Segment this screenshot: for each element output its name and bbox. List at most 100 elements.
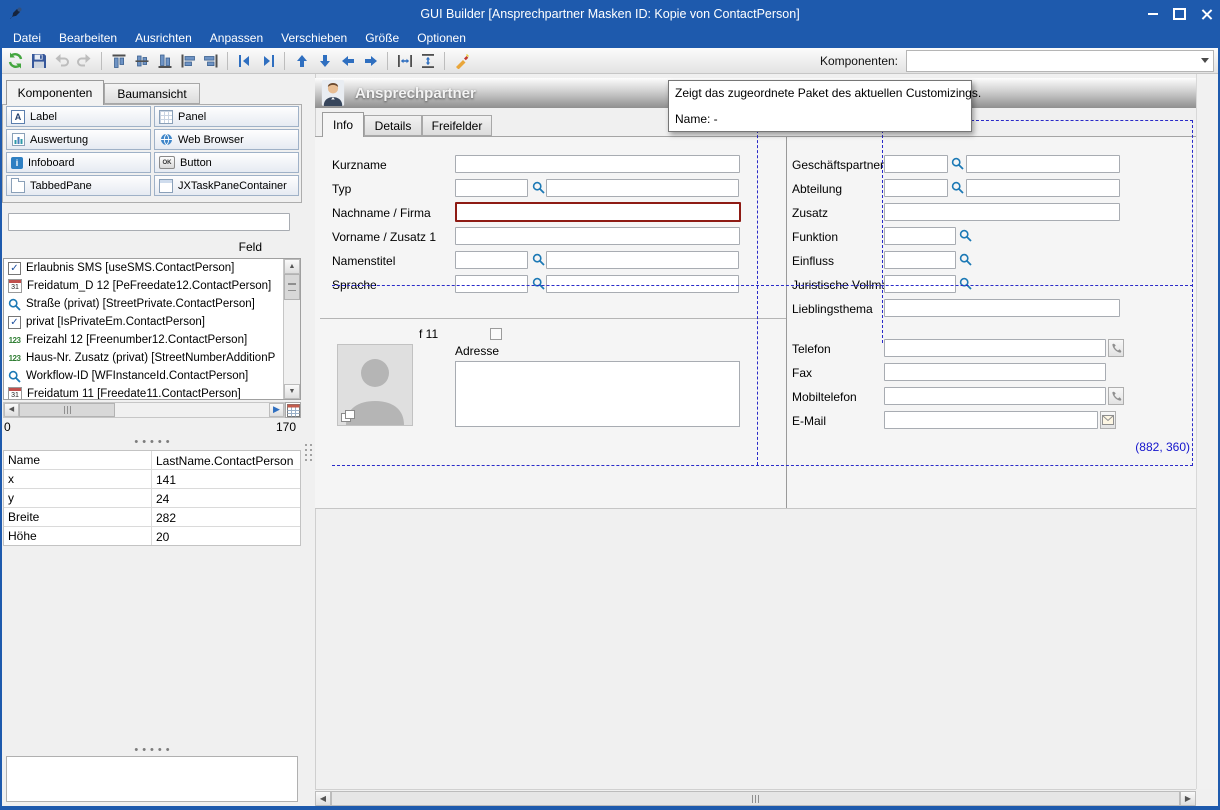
einfluss-input[interactable] — [884, 251, 956, 269]
cleanup-icon[interactable] — [450, 50, 473, 72]
search-icon[interactable] — [950, 180, 964, 194]
tab-komponenten[interactable]: Komponenten — [6, 80, 104, 105]
scrollbar-thumb[interactable] — [331, 791, 1180, 806]
geschaeftspartner-text-input[interactable] — [966, 155, 1120, 173]
namenstitel-code-input[interactable] — [455, 251, 528, 269]
indent-left-icon[interactable] — [233, 50, 256, 72]
distribute-horizontal-icon[interactable] — [393, 50, 416, 72]
distribute-vertical-icon[interactable] — [416, 50, 439, 72]
refresh-icon[interactable] — [4, 50, 27, 72]
search-icon[interactable] — [531, 276, 545, 290]
list-item[interactable]: privat [IsPrivateEm.ContactPerson] — [4, 313, 300, 331]
typ-text-input[interactable] — [546, 179, 739, 197]
kurzname-input[interactable] — [455, 155, 740, 173]
list-item[interactable]: Haus-Nr. Zusatz (privat) [StreetNumberAd… — [4, 349, 300, 367]
scrollbar-thumb[interactable] — [19, 403, 115, 417]
move-left-icon[interactable] — [336, 50, 359, 72]
palette-item-button[interactable]: Button — [154, 152, 299, 173]
geschaeftspartner-code-input[interactable] — [884, 155, 948, 173]
indent-right-icon[interactable] — [256, 50, 279, 72]
phone-icon[interactable] — [1108, 339, 1124, 357]
palette-item-infoboard[interactable]: Infoboard — [6, 152, 151, 173]
align-bottom-icon[interactable] — [153, 50, 176, 72]
align-middle-icon[interactable] — [130, 50, 153, 72]
vertical-scrollbar-track[interactable] — [1196, 74, 1218, 789]
list-item[interactable]: Straße (privat) [StreetPrivate.ContactPe… — [4, 295, 300, 313]
telefon-input[interactable] — [884, 339, 1106, 357]
adresse-textarea[interactable] — [455, 361, 740, 427]
palette-item-tabbedpane[interactable]: TabbedPane — [6, 175, 151, 196]
search-icon[interactable] — [958, 276, 972, 290]
undo-icon[interactable] — [50, 50, 73, 72]
zusatz-input[interactable] — [884, 203, 1120, 221]
tab-freifelder[interactable]: Freifelder — [422, 115, 492, 136]
menu-groesse[interactable]: Größe — [356, 29, 408, 47]
close-button[interactable] — [1193, 3, 1220, 25]
juristische-vollmacht-input[interactable] — [884, 275, 956, 293]
search-icon[interactable] — [950, 156, 964, 170]
menu-optionen[interactable]: Optionen — [408, 29, 475, 47]
palette-item-label[interactable]: Label — [6, 106, 151, 127]
menu-datei[interactable]: Datei — [4, 29, 50, 47]
search-icon[interactable] — [958, 228, 972, 242]
sprache-text-input[interactable] — [546, 275, 739, 293]
field-list-vertical-scrollbar[interactable]: ▲ ▼ — [283, 259, 300, 399]
fax-input[interactable] — [884, 363, 1106, 381]
list-item[interactable]: Freidatum_D 12 [PeFreedate12.ContactPers… — [4, 277, 300, 295]
scroll-right-icon[interactable]: ▶ — [269, 403, 284, 417]
move-up-icon[interactable] — [290, 50, 313, 72]
adresse-checkbox[interactable] — [490, 328, 502, 340]
align-left-icon[interactable] — [176, 50, 199, 72]
email-input[interactable] — [884, 411, 1098, 429]
move-down-icon[interactable] — [313, 50, 336, 72]
field-filter-input[interactable] — [8, 213, 290, 231]
scroll-left-icon[interactable]: ◀ — [315, 791, 331, 806]
splitter-handle[interactable]: ••••• — [0, 438, 308, 446]
vorname-input[interactable] — [455, 227, 740, 245]
redo-icon[interactable] — [73, 50, 96, 72]
list-item[interactable]: Erlaubnis SMS [useSMS.ContactPerson] — [4, 259, 300, 277]
menu-ausrichten[interactable]: Ausrichten — [126, 29, 201, 47]
list-item[interactable]: Workflow-ID [WFInstanceId.ContactPerson] — [4, 367, 300, 385]
typ-code-input[interactable] — [455, 179, 528, 197]
namenstitel-text-input[interactable] — [546, 251, 739, 269]
table-view-button[interactable] — [285, 402, 301, 418]
align-right-icon[interactable] — [199, 50, 222, 72]
splitter-handle[interactable]: ••••• — [0, 746, 308, 754]
tab-details[interactable]: Details — [364, 115, 422, 136]
palette-item-jxtaskpanecontainer[interactable]: JXTaskPaneContainer — [154, 175, 299, 196]
palette-item-web-browser[interactable]: Web Browser — [154, 129, 299, 150]
abteilung-code-input[interactable] — [884, 179, 948, 197]
palette-item-panel[interactable]: Panel — [154, 106, 299, 127]
tab-baumansicht[interactable]: Baumansicht — [104, 83, 200, 104]
scrollbar-thumb[interactable] — [284, 274, 300, 300]
menu-verschieben[interactable]: Verschieben — [272, 29, 356, 47]
menu-bearbeiten[interactable]: Bearbeiten — [50, 29, 126, 47]
tab-info[interactable]: Info — [322, 112, 364, 137]
scroll-down-icon[interactable]: ▼ — [284, 384, 300, 399]
scroll-left-icon[interactable]: ◀ — [4, 403, 19, 417]
list-item[interactable]: Freizahl 12 [Freenumber12.ContactPerson] — [4, 331, 300, 349]
phone-icon[interactable] — [1108, 387, 1124, 405]
move-right-icon[interactable] — [359, 50, 382, 72]
minimize-button[interactable] — [1139, 3, 1166, 25]
mobiltelefon-input[interactable] — [884, 387, 1106, 405]
field-list-horizontal-scrollbar[interactable]: ◀ ▶ — [3, 402, 285, 418]
search-icon[interactable] — [531, 180, 545, 194]
abteilung-text-input[interactable] — [966, 179, 1120, 197]
photo-placeholder[interactable] — [337, 344, 413, 426]
sprache-code-input[interactable] — [455, 275, 528, 293]
email-icon[interactable] — [1100, 411, 1116, 429]
menu-anpassen[interactable]: Anpassen — [201, 29, 272, 47]
lieblingsthema-input[interactable] — [884, 299, 1120, 317]
search-icon[interactable] — [958, 252, 972, 266]
canvas-horizontal-scrollbar[interactable]: ◀ ▶ — [315, 789, 1196, 806]
scroll-up-icon[interactable]: ▲ — [284, 259, 300, 274]
komponenten-combobox[interactable] — [906, 50, 1214, 72]
funktion-input[interactable] — [884, 227, 956, 245]
list-item[interactable]: Freidatum 11 [Freedate11.ContactPerson] — [4, 385, 300, 400]
scroll-right-icon[interactable]: ▶ — [1180, 791, 1196, 806]
nachname-input-selected[interactable] — [455, 202, 741, 222]
search-icon[interactable] — [531, 252, 545, 266]
palette-item-auswertung[interactable]: Auswertung — [6, 129, 151, 150]
